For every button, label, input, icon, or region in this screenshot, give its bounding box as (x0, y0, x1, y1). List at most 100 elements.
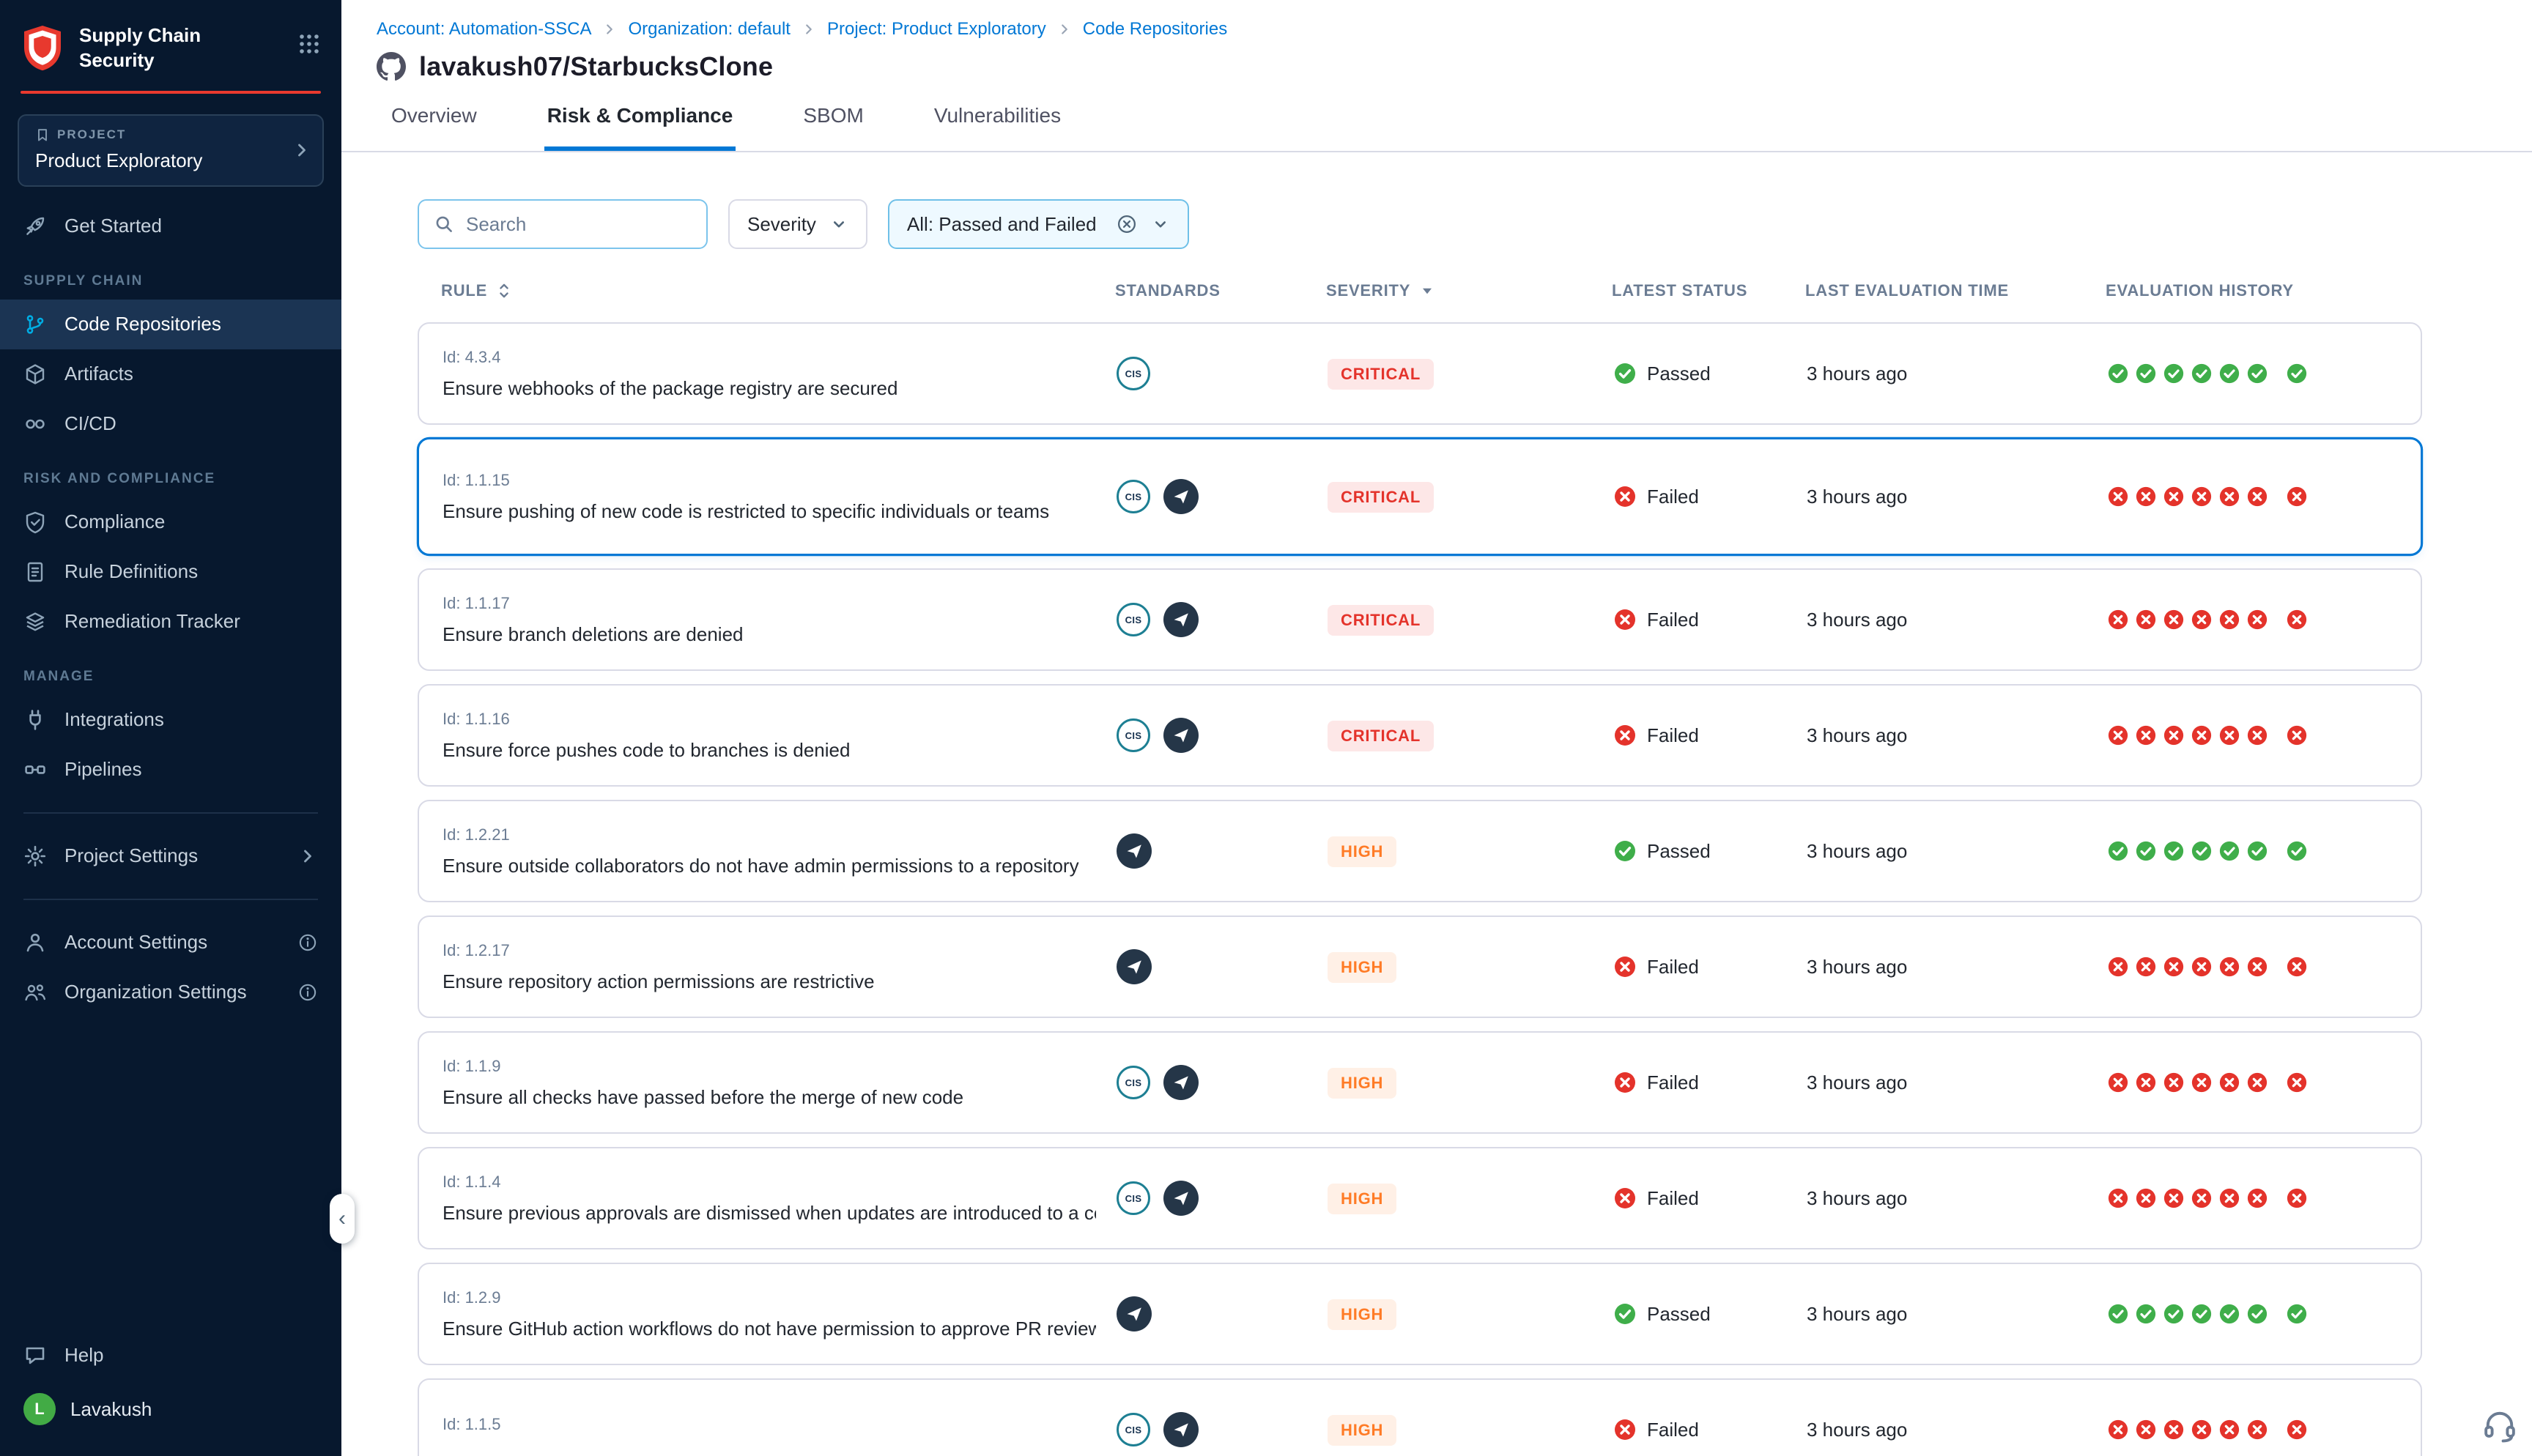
evaluation-history-cell (2107, 1071, 2421, 1093)
openssf-scorecard-icon (1163, 1065, 1199, 1100)
evaluation-time-cell: 3 hours ago (1807, 363, 2107, 385)
column-header-latest-status: LATEST STATUS (1612, 281, 1805, 300)
table-row[interactable]: Id: 1.1.17Ensure branch deletions are de… (418, 568, 2422, 671)
table-row[interactable]: Id: 4.3.4Ensure webhooks of the package … (418, 322, 2422, 425)
sidebar-item-artifacts[interactable]: Artifacts (0, 349, 341, 399)
info-icon[interactable] (297, 932, 318, 953)
passed-icon (1613, 362, 1637, 385)
table-row[interactable]: Id: 1.1.5CISHIGHFailed3 hours ago (418, 1378, 2422, 1456)
sidebar-item-integrations[interactable]: Integrations (0, 695, 341, 745)
info-icon[interactable] (297, 982, 318, 1003)
standards-cell: CIS (1117, 479, 1328, 514)
sidebar-item-get-started[interactable]: Get Started (0, 201, 341, 251)
breadcrumb-link[interactable]: Project: Product Exploratory (827, 19, 1046, 40)
status-filter[interactable]: All: Passed and Failed (888, 199, 1189, 249)
cis-standard-icon: CIS (1117, 357, 1150, 390)
sort-descending-icon[interactable] (1418, 281, 1437, 300)
project-label: PROJECT (57, 127, 126, 142)
history-fail-icon (2246, 724, 2268, 746)
evaluation-history-cell (2107, 1187, 2421, 1209)
rule-name: Ensure GitHub action workflows do not ha… (443, 1318, 1096, 1340)
sidebar-header: Supply Chain Security (0, 0, 341, 91)
table-row[interactable]: Id: 1.2.21Ensure outside collaborators d… (418, 800, 2422, 902)
tab-vulnerabilities[interactable]: Vulnerabilities (931, 104, 1064, 151)
rule-id: Id: 1.1.16 (443, 710, 1096, 729)
rule-cell: Id: 1.2.9 Ensure GitHub action workflows … (419, 1288, 1117, 1340)
module-switcher-icon[interactable] (297, 32, 321, 56)
breadcrumb-separator-icon (801, 21, 817, 37)
history-pass-icon (2286, 840, 2308, 862)
sidebar-item-ci-cd[interactable]: CI/CD (0, 399, 341, 449)
main-content: Account: Automation-SSCA Organization: de… (341, 0, 2532, 1456)
sidebar-collapse-handle[interactable]: ‹ (330, 1194, 355, 1244)
severity-cell: HIGH (1328, 1299, 1613, 1330)
history-fail-icon (2246, 609, 2268, 631)
status-label: Passed (1647, 840, 1711, 863)
project-selector[interactable]: PROJECT Product Exploratory (18, 114, 324, 187)
tab-overview[interactable]: Overview (388, 104, 480, 151)
history-fail-icon (2218, 1187, 2240, 1209)
tab-sbom[interactable]: SBOM (800, 104, 866, 151)
sidebar-item-rule-definitions[interactable]: Rule Definitions (0, 547, 341, 597)
sidebar-item-account-settings[interactable]: Account Settings (0, 918, 341, 967)
rule-name: Ensure outside collaborators do not have… (443, 855, 1096, 877)
tab-risk-compliance[interactable]: Risk & Compliance (544, 104, 736, 151)
clear-filter-icon[interactable] (1116, 213, 1138, 235)
sidebar-item-project-settings[interactable]: Project Settings (0, 831, 341, 881)
help-button[interactable]: Help (0, 1330, 341, 1380)
history-pass-icon (2163, 1303, 2185, 1325)
evaluation-time-cell: 3 hours ago (1807, 1187, 2107, 1210)
severity-badge: HIGH (1328, 1299, 1396, 1330)
rule-id: Id: 1.2.9 (443, 1288, 1096, 1307)
user-menu[interactable]: L Lavakush (0, 1380, 341, 1438)
table-row[interactable]: Id: 1.1.15Ensure pushing of new code is … (418, 438, 2422, 555)
openssf-scorecard-icon (1163, 1181, 1199, 1216)
history-fail-icon (2163, 724, 2185, 746)
breadcrumb-link[interactable]: Code Repositories (1083, 19, 1227, 40)
severity-badge: CRITICAL (1328, 359, 1434, 390)
passed-icon (1613, 839, 1637, 863)
sidebar-item-pipelines[interactable]: Pipelines (0, 745, 341, 795)
history-pass-icon (2163, 363, 2185, 385)
severity-filter[interactable]: Severity (728, 199, 867, 249)
status-cell: Failed (1613, 1071, 1807, 1094)
sidebar-item-organization-settings[interactable]: Organization Settings (0, 967, 341, 1017)
failed-icon (1613, 608, 1637, 631)
history-pass-icon (2135, 363, 2157, 385)
history-fail-icon (2135, 1071, 2157, 1093)
breadcrumb-link[interactable]: Account: Automation-SSCA (377, 19, 591, 40)
table-row[interactable]: Id: 1.1.16Ensure force pushes code to br… (418, 684, 2422, 787)
history-fail-icon (2218, 956, 2240, 978)
evaluation-history-cell (2107, 840, 2421, 862)
cis-standard-icon: CIS (1117, 603, 1150, 636)
rule-cell: Id: 1.1.16Ensure force pushes code to br… (419, 710, 1117, 762)
sidebar-item-label: CI/CD (64, 412, 116, 435)
history-fail-icon (2163, 1419, 2185, 1441)
search-icon (434, 214, 454, 234)
table-row[interactable]: Id: 1.1.9Ensure all checks have passed b… (418, 1031, 2422, 1134)
sort-icon[interactable] (495, 281, 514, 300)
sidebar-item-code-repositories[interactable]: Code Repositories (0, 300, 341, 349)
status-cell: Failed (1613, 1418, 1807, 1441)
rule-cell: Id: 1.2.21Ensure outside collaborators d… (419, 825, 1117, 877)
sidebar-item-remediation-tracker[interactable]: Remediation Tracker (0, 597, 341, 647)
sidebar-item-label: Get Started (64, 215, 162, 237)
status-cell: Failed (1613, 724, 1807, 747)
sidebar-item-compliance[interactable]: Compliance (0, 497, 341, 547)
resource-center-icon[interactable] (2481, 1406, 2519, 1444)
search-input[interactable] (466, 213, 692, 236)
breadcrumb-link[interactable]: Organization: default (628, 19, 790, 40)
table-row[interactable]: Id: 1.2.9 Ensure GitHub action workflows … (418, 1263, 2422, 1365)
history-fail-icon (2163, 486, 2185, 508)
chevron-right-icon (292, 140, 312, 160)
cube-icon (23, 363, 47, 386)
history-pass-icon (2246, 840, 2268, 862)
chevron-down-icon (829, 215, 848, 234)
history-fail-icon (2246, 486, 2268, 508)
table-row[interactable]: Id: 1.1.4Ensure previous approvals are d… (418, 1147, 2422, 1249)
history-fail-icon (2107, 724, 2129, 746)
severity-badge: HIGH (1328, 1184, 1396, 1214)
table-row[interactable]: Id: 1.2.17Ensure repository action permi… (418, 915, 2422, 1018)
status-label: Failed (1647, 1419, 1699, 1441)
standards-cell (1117, 1296, 1328, 1331)
